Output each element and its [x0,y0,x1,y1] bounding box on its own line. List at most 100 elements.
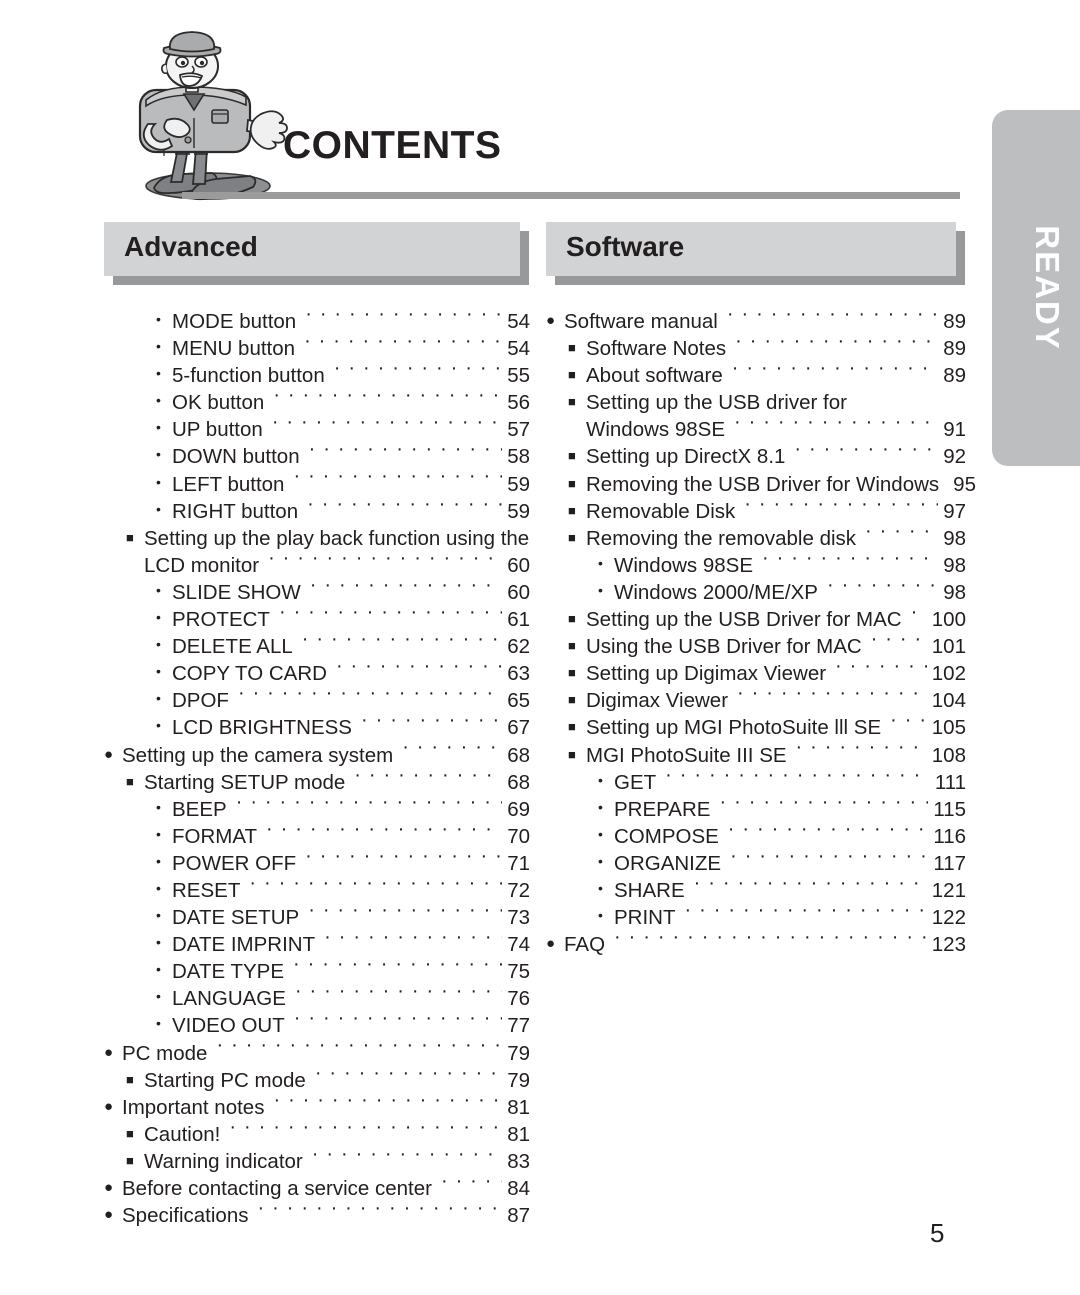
toc-entry[interactable]: LCD monitor 60 [104,552,530,579]
toc-leader-dots [827,579,938,599]
toc-entry[interactable]: ORGANIZE 117 [546,850,966,877]
section-header-advanced: Advanced [104,222,529,285]
toc-entry[interactable]: Windows 98SE 91 [546,416,966,443]
toc-entry-title: Caution! [144,1122,221,1146]
toc-entry-page: 104 [931,689,966,713]
dot-bullet-icon [156,962,172,976]
toc-entry[interactable]: Windows 2000/ME/XP 98 [546,579,966,606]
toc-entry[interactable]: Removable Disk 97 [546,498,966,525]
toc-entry[interactable]: Setting up the play back function using … [104,525,530,552]
toc-entry[interactable]: SHARE 121 [546,877,966,904]
toc-entry-page: 81 [507,1122,530,1146]
toc-entry[interactable]: UP button 57 [104,416,530,443]
toc-entry[interactable]: PRINT 122 [546,904,966,931]
toc-leader-dots [614,931,927,951]
toc-leader-dots [441,1175,502,1195]
toc-entry[interactable]: Warning indicator 83 [104,1148,530,1175]
toc-entry[interactable]: COPY TO CARD 63 [104,660,530,687]
toc-entry[interactable]: Software manual 89 [546,308,966,335]
toc-entry[interactable]: Starting SETUP mode 68 [104,769,530,796]
toc-entry-title: Software Notes [586,337,727,361]
toc-entry-title: RESET [172,878,241,902]
toc-entry[interactable]: Removing the USB Driver for Windows 95 [546,471,976,498]
toc-leader-dots [694,877,927,897]
page-header: CONTENTS [0,0,1080,205]
toc-entry[interactable]: Setting up Digimax Viewer 102 [546,660,966,687]
toc-leader-dots [279,606,502,626]
toc-entry-title: PROTECT [172,608,270,632]
toc-entry[interactable]: Software Notes 89 [546,335,966,362]
toc-entry[interactable]: Setting up the camera system 68 [104,742,530,769]
toc-entry[interactable]: FORMAT 70 [104,823,530,850]
toc-entry-title: UP button [172,418,263,442]
toc-entry[interactable]: Important notes 81 [104,1094,530,1121]
toc-entry-page: 60 [507,553,530,577]
toc-entry[interactable]: DATE TYPE 75 [104,958,530,985]
dot-bullet-icon [156,691,172,705]
dot-bullet-icon [598,908,614,922]
toc-entry[interactable]: Caution! 81 [104,1121,530,1148]
toc-entry[interactable]: DPOF 65 [104,687,530,714]
toc-entry[interactable]: MGI PhotoSuite III SE 108 [546,742,966,769]
dot-bullet-icon [156,935,172,949]
square-bullet-icon [568,612,586,625]
toc-entry[interactable]: DATE SETUP 73 [104,904,530,931]
toc-entry[interactable]: Windows 98SE 98 [546,552,966,579]
toc-entry[interactable]: Setting up MGI PhotoSuite lll SE 105 [546,714,966,741]
toc-entry[interactable]: COMPOSE 116 [546,823,966,850]
toc-entry-page: 101 [931,635,966,659]
toc-leader-dots [734,416,938,436]
toc-entry[interactable]: RIGHT button 59 [104,498,530,525]
toc-entry[interactable]: Before contacting a service center 84 [104,1175,530,1202]
toc-entry[interactable]: MODE button 54 [104,308,530,335]
toc-entry-page: 70 [507,824,530,848]
toc-leader-dots [308,904,502,924]
toc-leader-dots [249,877,502,897]
toc-entry[interactable]: OK button 56 [104,389,530,416]
toc-entry[interactable]: POWER OFF 71 [104,850,530,877]
toc-entry[interactable]: Setting up the USB driver for [546,389,966,416]
toc-entry-page: 73 [507,906,530,930]
toc-entry[interactable]: Specifications 87 [104,1202,530,1229]
toc-entry-page: 74 [507,933,530,957]
toc-entry-page: 98 [943,553,966,577]
toc-entry-title: Setting up Digimax Viewer [586,662,827,686]
toc-entry[interactable]: Starting PC mode 79 [104,1067,530,1094]
toc-entry-title: LANGUAGE [172,987,286,1011]
toc-entry[interactable]: MENU button 54 [104,335,530,362]
toc-leader-dots [238,687,502,707]
toc-leader-dots [762,552,938,572]
toc-entry[interactable]: About software 89 [546,362,966,389]
toc-entry-title: DOWN button [172,445,300,469]
toc-entry[interactable]: Setting up DirectX 8.1 92 [546,443,966,470]
toc-entry[interactable]: 5-function button 55 [104,362,530,389]
toc-entry[interactable]: PROTECT 61 [104,606,530,633]
toc-entry[interactable]: LCD BRIGHTNESS 67 [104,714,530,741]
toc-entry-title: Before contacting a service center [122,1177,432,1200]
toc-entry-page: 62 [507,635,530,659]
dot-bullet-icon [598,583,614,597]
toc-entry[interactable]: FAQ 123 [546,931,966,958]
toc-entry[interactable]: PREPARE 115 [546,796,966,823]
toc-entry[interactable]: PC mode 79 [104,1040,530,1067]
square-bullet-icon [568,748,586,761]
square-bullet-icon [568,504,586,517]
toc-entry[interactable]: Removing the removable disk 98 [546,525,966,552]
toc-entry[interactable]: VIDEO OUT 77 [104,1012,530,1039]
toc-entry[interactable]: BEEP 69 [104,796,530,823]
toc-entry-page: 67 [507,716,530,740]
toc-entry[interactable]: DELETE ALL 62 [104,633,530,660]
toc-entry[interactable]: Setting up the USB Driver for MAC 100 [546,606,966,633]
toc-leader-dots [273,1094,502,1114]
toc-entry[interactable]: SLIDE SHOW 60 [104,579,530,606]
dot-bullet-icon [156,339,172,353]
toc-entry[interactable]: RESET 72 [104,877,530,904]
toc-entry[interactable]: Digimax Viewer 104 [546,687,966,714]
toc-entry[interactable]: Using the USB Driver for MAC 101 [546,633,966,660]
toc-leader-dots [719,796,928,816]
toc-entry[interactable]: DOWN button 58 [104,443,530,470]
toc-entry[interactable]: GET 111 [546,769,966,796]
toc-entry[interactable]: LEFT button 59 [104,471,530,498]
toc-entry[interactable]: DATE IMPRINT 74 [104,931,530,958]
toc-entry[interactable]: LANGUAGE 76 [104,985,530,1012]
